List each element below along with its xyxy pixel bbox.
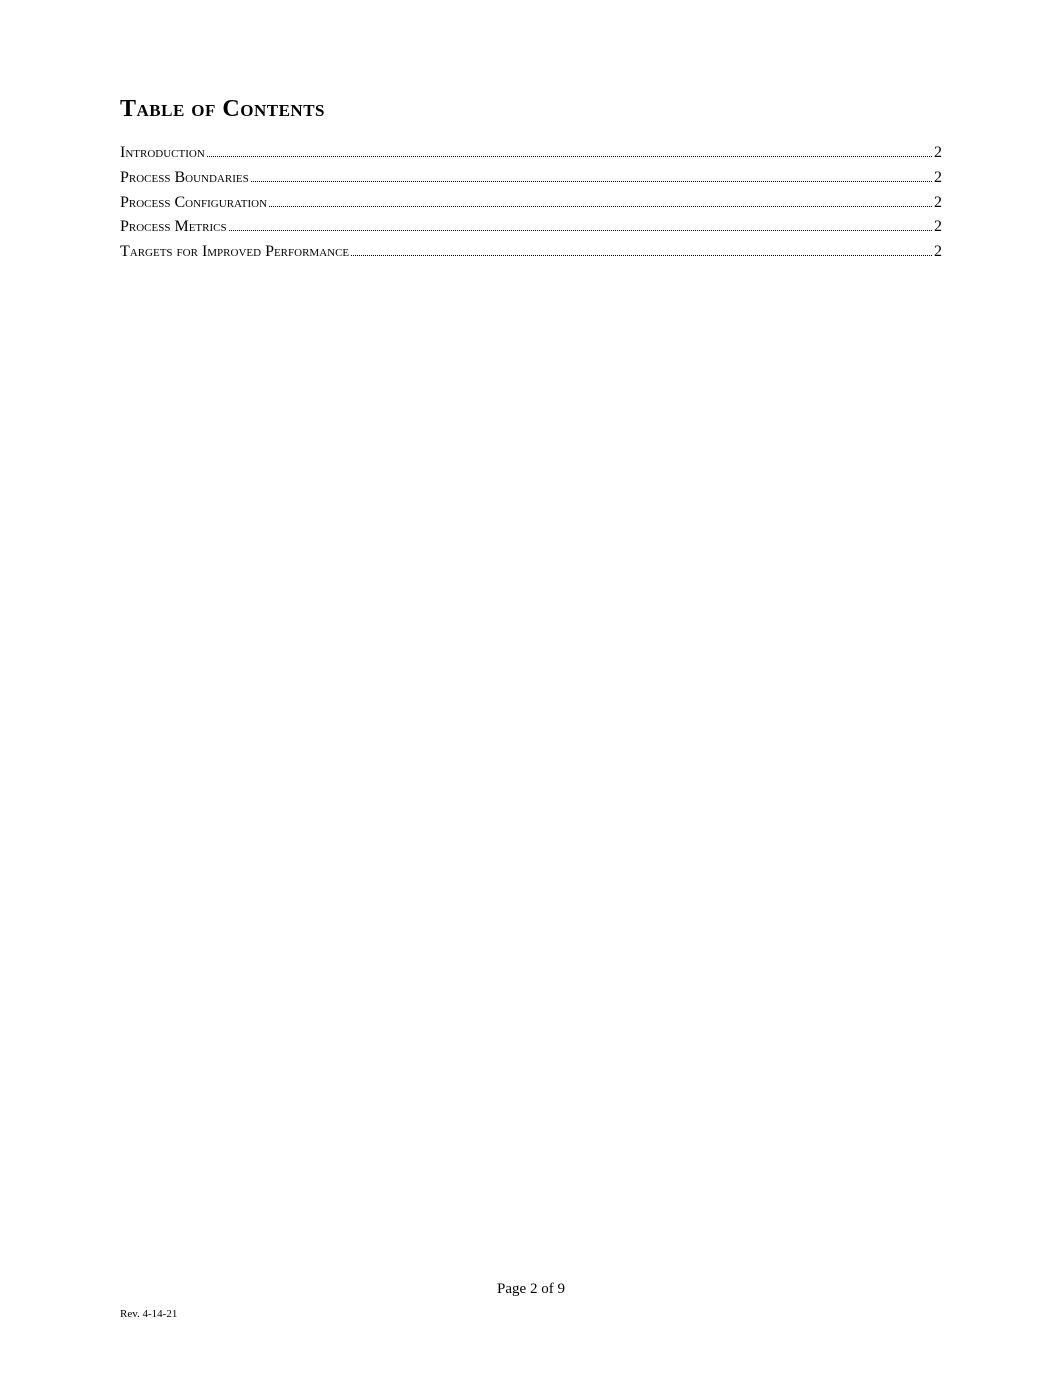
toc-entry-page: 2 (934, 240, 942, 265)
toc-entry: Process Metrics 2 (120, 215, 942, 240)
toc-entry-label: Targets for Improved Performance (120, 240, 349, 265)
document-page: Table of Contents Introduction 2 Process… (0, 0, 1062, 265)
revision-label: Rev. 4-14-21 (120, 1308, 177, 1320)
toc-entry-label: Introduction (120, 141, 205, 166)
toc-entry: Process Configuration 2 (120, 191, 942, 216)
page-footer: Page 2 of 9 Rev. 4-14-21 (0, 1281, 1062, 1298)
toc-leader-dots (207, 156, 932, 157)
toc-leader-dots (351, 255, 932, 256)
toc-entry-label: Process Configuration (120, 191, 267, 216)
toc-entry-page: 2 (934, 166, 942, 191)
toc-title: Table of Contents (120, 96, 942, 123)
toc-entry: Process Boundaries 2 (120, 166, 942, 191)
toc-entry-page: 2 (934, 141, 942, 166)
toc-leader-dots (229, 230, 932, 231)
page-number: Page 2 of 9 (0, 1281, 1062, 1298)
toc-entry-page: 2 (934, 215, 942, 240)
toc-list: Introduction 2 Process Boundaries 2 Proc… (120, 141, 942, 265)
toc-entry: Introduction 2 (120, 141, 942, 166)
toc-leader-dots (269, 206, 932, 207)
toc-entry-label: Process Metrics (120, 215, 227, 240)
toc-leader-dots (251, 181, 932, 182)
toc-entry-page: 2 (934, 191, 942, 216)
toc-entry-label: Process Boundaries (120, 166, 249, 191)
toc-entry: Targets for Improved Performance 2 (120, 240, 942, 265)
